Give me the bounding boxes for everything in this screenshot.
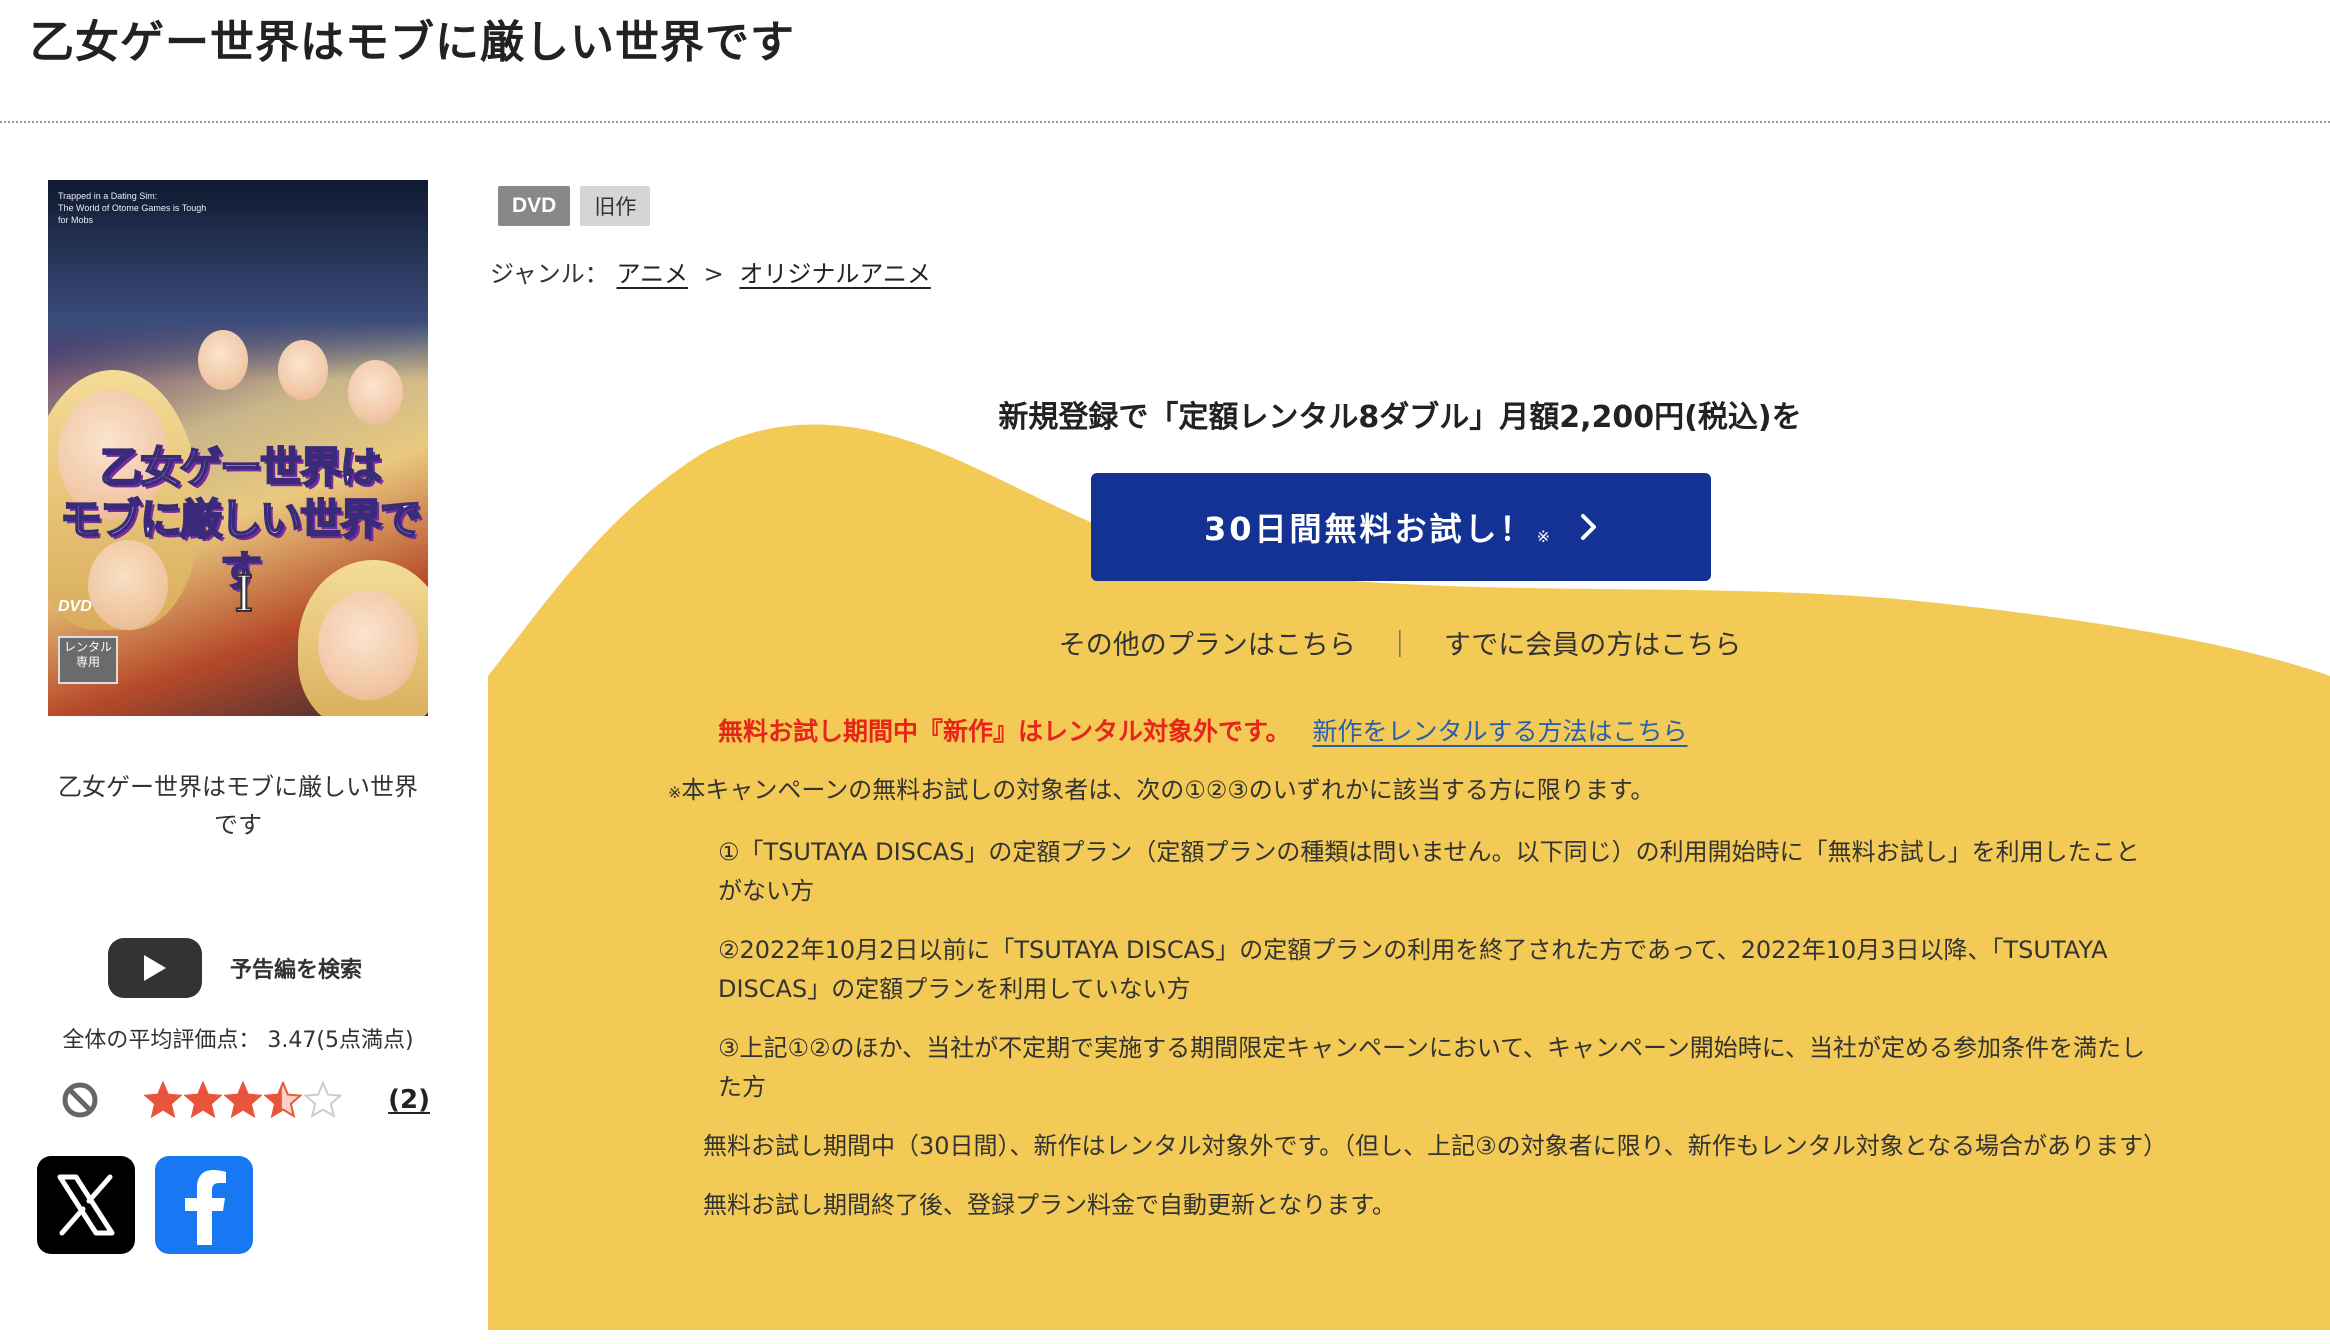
terms-condition: ③上記①②のほか、当社が不定期で実施する期間限定キャンペーンにおいて、キャンペー… [718, 1034, 2146, 1101]
trailer-search-button[interactable]: 予告編を検索 [108, 938, 362, 998]
free-trial-label: 30日間無料お試し！ [1204, 510, 1535, 548]
terms-note: 無料お試し期間終了後、登録プラン料金で自動更新となります。 [703, 1191, 1396, 1219]
plan-links: その他のプランはこちら ｜ すでに会員の方はこちら [490, 623, 2310, 662]
campaign-terms: ※本キャンペーンの無料お試しの対象者は、次の①②③のいずれかに該当する方に限りま… [668, 770, 2168, 1225]
link-divider: ｜ [1386, 630, 1414, 661]
x-share-button[interactable] [37, 1156, 135, 1254]
star-rating[interactable] [144, 1081, 342, 1119]
cover-character-face [348, 360, 403, 425]
terms-note: 無料お試し期間中（30日間）、新作はレンタル対象外です。（但し、上記③の対象者に… [703, 1132, 2167, 1160]
trailer-search-label: 予告編を検索 [230, 958, 363, 983]
review-count-link[interactable]: (2) [388, 1085, 430, 1115]
item-name: 乙女ゲー世界はモブに厳しい世界です [58, 773, 418, 839]
genre-label: ジャンル： [490, 260, 609, 288]
terms-note-mark: ※ [668, 783, 682, 802]
new-release-rental-link[interactable]: 新作をレンタルする方法はこちら [1312, 717, 1687, 746]
star-icon [224, 1081, 262, 1119]
cover-english-subtitle: Trapped in a Dating Sim: The World of Ot… [58, 191, 207, 225]
star-icon [184, 1081, 222, 1119]
youtube-play-icon [108, 938, 202, 998]
cover-character-face [318, 590, 418, 700]
terms-condition: ②2022年10月2日以前に「TSUTAYA DISCAS」の定額プランの利用を… [718, 936, 2108, 1003]
facebook-logo-icon [185, 1170, 226, 1245]
item-badges: DVD 旧作 [498, 186, 651, 226]
cover-character-face [198, 330, 248, 390]
cover-character-face [278, 340, 328, 400]
not-interested-icon[interactable] [60, 1080, 100, 1120]
cover-image[interactable]: Trapped in a Dating Sim: The World of Ot… [48, 180, 428, 716]
star-icon [144, 1081, 182, 1119]
star-icon [264, 1081, 302, 1119]
cover-volume-number: I [233, 564, 255, 624]
x-logo-icon [57, 1174, 115, 1236]
genre-breadcrumb: ジャンル： アニメ > オリジナルアニメ [490, 254, 931, 289]
genre-separator: > [703, 260, 724, 288]
free-trial-note-mark: ※ [1536, 526, 1550, 546]
terms-intro: ※本キャンペーンの無料お試しの対象者は、次の①②③のいずれかに該当する方に限りま… [668, 776, 1655, 804]
genre-link-original-anime[interactable]: オリジナルアニメ [739, 260, 931, 288]
average-rating: 全体の平均評価点： 3.47(5点満点) [62, 1028, 414, 1053]
cover-rental-mark: レンタル専用 [58, 636, 118, 684]
age-badge: 旧作 [580, 186, 651, 226]
title-divider [0, 121, 2330, 123]
cover-dvd-logo: DVD [58, 598, 92, 615]
page-title: 乙女ゲー世界はモブに厳しい世界です [30, 17, 795, 68]
new-release-notice: 無料お試し期間中『新作』はレンタル対象外です。 新作をレンタルする方法はこちら [718, 712, 1687, 748]
genre-link-anime[interactable]: アニメ [616, 260, 688, 288]
campaign-headline: 新規登録で「定額レンタル8ダブル」月額2,200円(税込)を [998, 400, 1802, 435]
free-trial-button[interactable]: 30日間無料お試し！ ※ [1091, 473, 1711, 581]
other-plans-link[interactable]: その他のプランはこちら [1059, 630, 1356, 661]
rating-row: (2) [60, 1076, 430, 1124]
star-icon [304, 1081, 342, 1119]
facebook-share-button[interactable] [155, 1156, 253, 1254]
new-release-warning: 無料お試し期間中『新作』はレンタル対象外です。 [718, 717, 1291, 746]
chevron-right-icon [1580, 514, 1596, 540]
member-login-link[interactable]: すでに会員の方はこちら [1444, 630, 1741, 661]
format-badge: DVD [498, 186, 571, 226]
terms-condition: ①「TSUTAYA DISCAS」の定額プラン（定額プランの種類は問いません。以… [718, 838, 2140, 905]
